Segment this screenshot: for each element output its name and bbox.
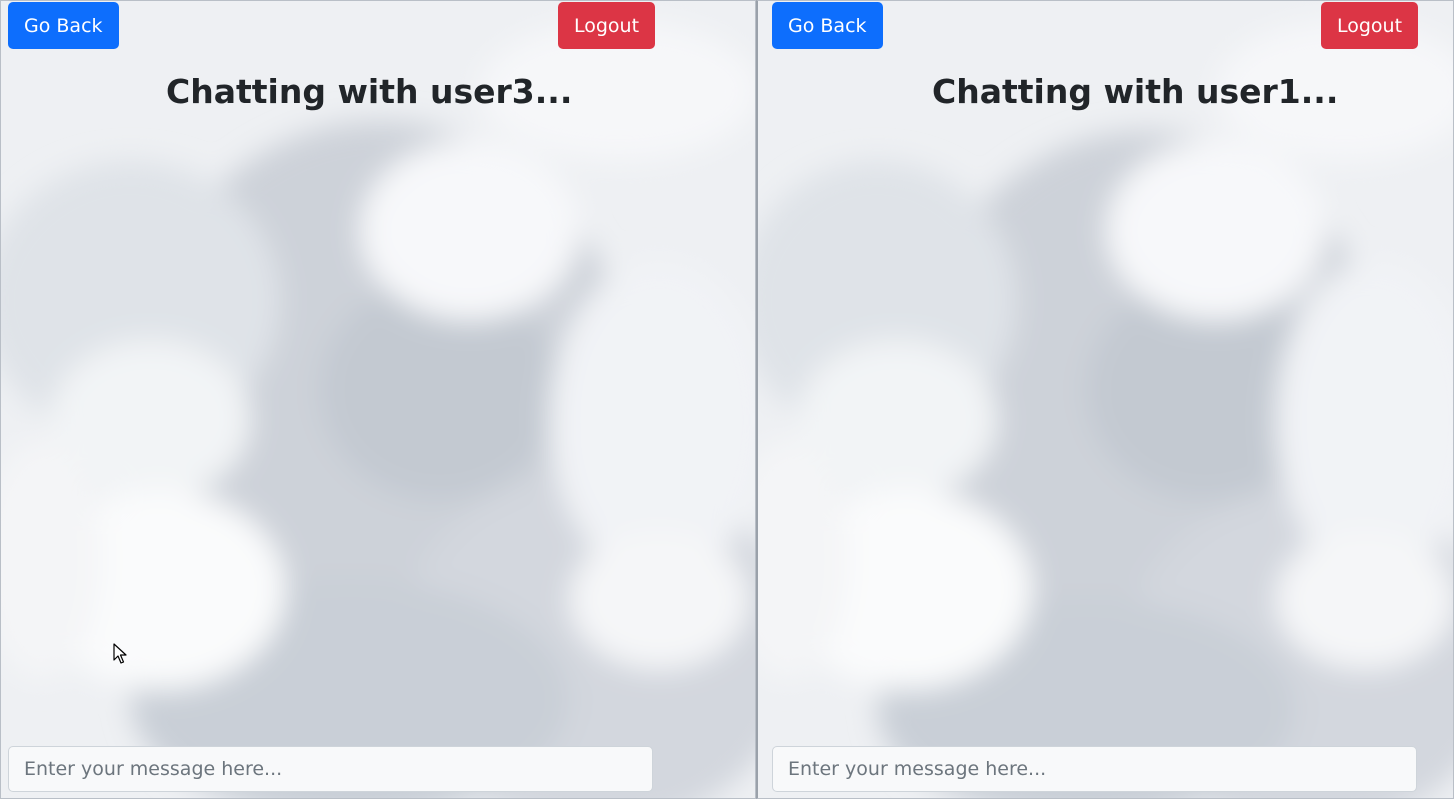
mouse-pointer-icon: [113, 643, 127, 670]
go-back-button[interactable]: Go Back: [772, 2, 883, 49]
message-input[interactable]: [772, 746, 1417, 792]
logout-button[interactable]: Logout: [1321, 2, 1419, 49]
split-screen: Go Back Logout Chatting with user3... En…: [0, 0, 1454, 799]
go-back-button[interactable]: Go Back: [8, 2, 119, 49]
logout-button[interactable]: Logout: [558, 2, 656, 49]
background-image: [758, 1, 1453, 798]
chat-pane-right: Go Back Logout Chatting with user1...: [756, 0, 1454, 799]
background-image: [1, 1, 755, 798]
chat-pane-left: Go Back Logout Chatting with user3...: [0, 0, 756, 799]
chat-title: Chatting with user3...: [166, 72, 573, 111]
message-input[interactable]: [8, 746, 653, 792]
chat-title: Chatting with user1...: [932, 72, 1339, 111]
